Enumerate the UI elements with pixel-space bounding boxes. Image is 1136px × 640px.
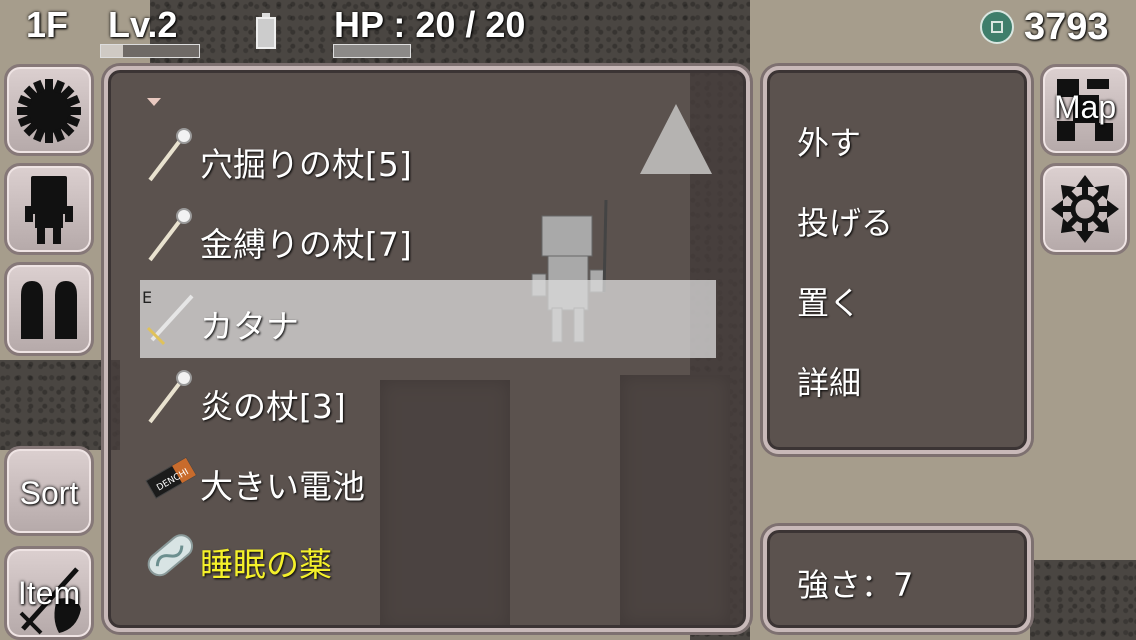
coin-count: 3793 xyxy=(1024,6,1109,48)
map-button-label: Map xyxy=(1053,89,1117,125)
equipped-mark: E xyxy=(142,288,153,307)
item-name: 炎の杖[3] xyxy=(200,387,346,426)
exp-bar xyxy=(100,44,200,58)
item-button[interactable]: Item xyxy=(4,546,94,640)
item-row[interactable]: 睡眠の薬 xyxy=(140,518,716,596)
footprints-icon xyxy=(21,281,77,339)
direction-button[interactable] xyxy=(1040,163,1130,255)
strength-value: 強さ：7 xyxy=(797,566,914,604)
sort-button[interactable]: Sort xyxy=(4,446,94,536)
item-name: 睡眠の薬 xyxy=(200,545,332,584)
floor-indicator: 1F xyxy=(26,4,69,45)
command-item[interactable]: 詳細 xyxy=(797,358,861,404)
battery-icon xyxy=(256,13,276,49)
item-row[interactable]: E カタナ xyxy=(140,280,716,358)
command-item[interactable]: 投げる xyxy=(797,198,893,244)
battery-item-icon: DENCHI xyxy=(144,446,198,506)
robot-icon xyxy=(25,176,73,244)
command-item[interactable]: 置く xyxy=(797,278,861,324)
hp-bar xyxy=(333,44,411,58)
medicine-icon xyxy=(144,524,198,584)
staff-icon xyxy=(144,366,198,426)
coin-icon xyxy=(980,10,1014,44)
item-name: 大きい電池 xyxy=(200,467,365,506)
staff-icon xyxy=(144,204,198,264)
item-name: カタナ xyxy=(200,307,299,346)
staff-icon xyxy=(144,124,198,184)
hp-indicator: HP : 20 / 20 xyxy=(334,4,526,45)
scroll-up-small-icon[interactable] xyxy=(147,98,161,106)
item-button-label: Item xyxy=(17,575,81,611)
item-row[interactable]: DENCHI 大きい電池 xyxy=(140,440,716,518)
item-name: 金縛りの杖[7] xyxy=(200,225,412,264)
hp-bar-fill xyxy=(334,45,410,57)
directions-icon xyxy=(1051,175,1119,243)
exp-bar-fill xyxy=(101,45,123,57)
sort-button-label: Sort xyxy=(19,475,79,511)
level-indicator: Lv.2 xyxy=(108,4,178,45)
item-row[interactable]: 金縛りの杖[7] xyxy=(140,198,716,276)
settings-button[interactable] xyxy=(4,64,94,156)
character-button[interactable] xyxy=(4,163,94,255)
pause-button[interactable] xyxy=(4,262,94,356)
command-item[interactable]: 外す xyxy=(797,118,861,164)
map-button[interactable]: Map xyxy=(1040,64,1130,156)
gear-icon xyxy=(7,67,91,153)
item-name: 穴掘りの杖[5] xyxy=(200,145,412,184)
item-row[interactable]: 炎の杖[3] xyxy=(140,360,716,438)
item-row[interactable]: 穴掘りの杖[5] xyxy=(140,118,716,196)
